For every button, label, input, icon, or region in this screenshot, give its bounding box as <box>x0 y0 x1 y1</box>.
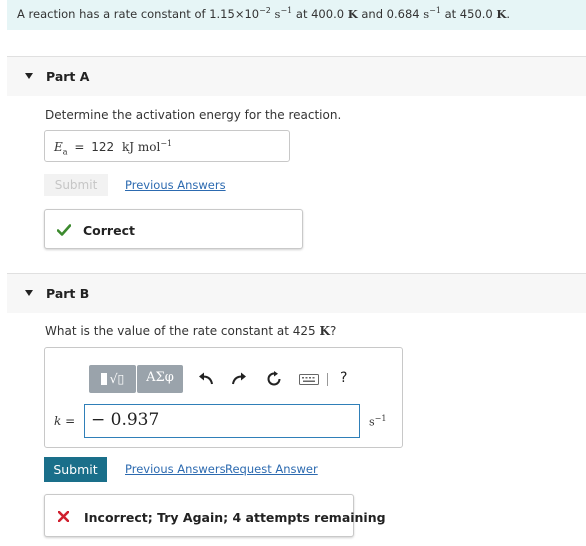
answer-unit-exp: −1 <box>160 139 173 148</box>
part-a-feedback-text: Correct <box>83 223 135 238</box>
answer-equals: = <box>74 140 85 154</box>
part-b-header[interactable]: Part B <box>7 273 586 313</box>
collapse-triangle-icon[interactable] <box>25 290 33 296</box>
problem-exp1: −2 <box>259 6 271 15</box>
problem-and: and 0.684 <box>361 6 420 21</box>
math-editor: √▯ ΑΣφ ? k = − 0.937 s−1 <box>44 347 403 448</box>
answer-symbol: E <box>54 140 63 154</box>
collapse-triangle-icon[interactable] <box>25 73 33 79</box>
rate-constant-input[interactable]: − 0.937 <box>84 404 360 438</box>
toolbar-divider <box>327 373 328 386</box>
problem-unit2-exp: −1 <box>429 6 441 15</box>
input-unit-exp: −1 <box>374 414 387 423</box>
part-b-question-lead: What is the value of the rate constant a… <box>45 324 316 338</box>
problem-mid: at 400.0 <box>295 6 345 21</box>
undo-icon[interactable] <box>198 372 214 386</box>
keyboard-icon[interactable] <box>299 374 319 385</box>
checkmark-icon <box>57 224 71 236</box>
part-a-header[interactable]: Part A <box>7 56 586 96</box>
part-a-submit-button[interactable]: Submit <box>44 174 108 196</box>
problem-unit1-exp: −1 <box>280 6 293 15</box>
reset-icon[interactable] <box>266 371 282 387</box>
part-a-title: Part A <box>46 69 90 84</box>
templates-button[interactable]: √▯ <box>89 365 136 393</box>
problem-lead: A reaction has a rate constant of 1.15×1… <box>17 6 260 21</box>
rate-constant-value: − 0.937 <box>91 410 160 430</box>
greek-symbols-button[interactable]: ΑΣφ <box>137 365 183 393</box>
greek-symbols-label: ΑΣφ <box>146 370 174 385</box>
part-b-feedback: Incorrect; Try Again; 4 attempts remaini… <box>44 494 386 537</box>
part-b-feedback-text: Incorrect; Try Again; 4 attempts remaini… <box>84 510 386 525</box>
input-label-text: k = <box>54 414 76 428</box>
part-a-previous-answers-link[interactable]: Previous Answers <box>125 178 226 192</box>
templates-button-label: √▯ <box>109 371 125 386</box>
problem-temp-unit2: K <box>496 6 507 21</box>
problem-at: at 450.0 <box>444 6 493 21</box>
part-b-submit-button[interactable]: Submit <box>44 457 107 482</box>
answer-subscript: a <box>62 147 68 157</box>
part-a-question: Determine the activation energy for the … <box>45 108 342 122</box>
part-a-feedback: Correct <box>44 209 303 249</box>
answer-unit: kJ mol <box>122 140 161 154</box>
request-answer-link[interactable]: Request Answer <box>225 462 318 476</box>
problem-temp-unit1: K <box>347 6 358 21</box>
part-a-answer-box: Ea = 122 kJ mol−1 <box>44 130 290 162</box>
part-b-question: What is the value of the rate constant a… <box>45 324 336 338</box>
template-block-icon <box>100 373 107 385</box>
problem-statement: A reaction has a rate constant of 1.15×1… <box>7 0 586 30</box>
part-b-previous-answers-link[interactable]: Previous Answers <box>125 462 226 476</box>
part-b-question-end: ? <box>329 324 337 338</box>
help-button[interactable]: ? <box>340 370 347 386</box>
redo-icon[interactable] <box>231 372 247 386</box>
problem-end: . <box>506 6 511 21</box>
input-label: k = <box>54 414 75 428</box>
close-x-icon <box>58 511 69 522</box>
answer-value: 122 <box>91 140 115 154</box>
input-unit: s−1 <box>369 414 386 429</box>
part-b-title: Part B <box>46 286 90 301</box>
part-b-question-unit: K <box>319 324 330 338</box>
